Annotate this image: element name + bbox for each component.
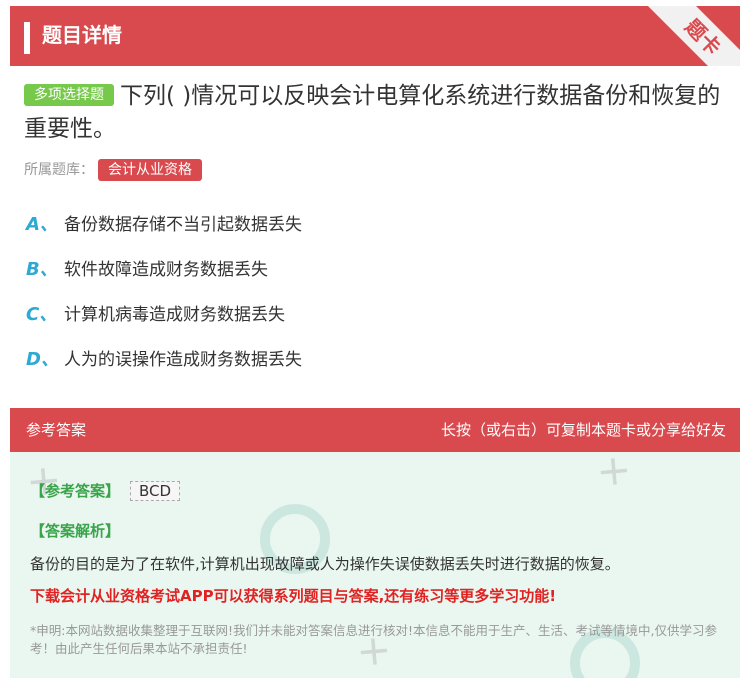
answer-section-body: ✕ ✕ ✕ 【参考答案】 BCD 【答案解析】 备份的目的是为了在软件,计算机出现… [10,452,740,678]
question-type-badge: 多项选择题 [24,84,114,106]
option-letter: B、 [26,259,58,280]
question-bank-row: 所属题库： 会计从业资格 [24,158,202,182]
analysis-label: 【答案解析】 [30,522,121,540]
app-promo-link[interactable]: 下载会计从业资格考试APP可以获得系列题目与答案,还有练习等更多学习功能! [30,585,730,606]
answer-header-left: 参考答案 [26,421,87,439]
bank-label: 所属题库： [24,162,94,178]
question-stem: 多项选择题 下列( )情况可以反映会计电算化系统进行数据备份和恢复的重要性。 [24,80,724,146]
option-letter: A、 [26,214,58,235]
share-hint: 长按（或右击）可复制本题卡或分享给好友 [440,421,726,439]
watermark-mark: ✕ [589,452,641,498]
options-list: A、 备份数据存储不当引起数据丢失 B、 软件故障造成财务数据丢失 C、 计算机病毒造… [26,210,302,390]
disclaimer: *申明:本网站数据收集整理于互联网!我们并未能对答案信息进行核对!本信息不能用于… [30,623,717,656]
page-title: 题目详情 [42,23,122,47]
option-text: 人为的误操作造成财务数据丢失 [64,350,302,370]
option-letter: D、 [26,349,59,370]
option-c[interactable]: C、 计算机病毒造成财务数据丢失 [26,300,302,345]
corner-label: 题卡 [680,14,726,60]
header-bar: 题目详情 题卡 [10,6,740,66]
option-d[interactable]: D、 人为的误操作造成财务数据丢失 [26,345,302,390]
answer-section-header: 参考答案 长按（或右击）可复制本题卡或分享给好友 [10,408,740,452]
answer-value[interactable]: BCD [130,481,181,501]
option-text: 计算机病毒造成财务数据丢失 [64,305,285,325]
option-b[interactable]: B、 软件故障造成财务数据丢失 [26,255,302,300]
option-text: 备份数据存储不当引起数据丢失 [64,215,302,235]
option-text: 软件故障造成财务数据丢失 [64,260,268,280]
answer-label: 【参考答案】 [30,482,121,500]
option-letter: C、 [26,304,58,325]
header-accent [24,22,30,54]
reference-answer-row: 【参考答案】 BCD [30,480,181,501]
bank-tag[interactable]: 会计从业资格 [98,159,202,181]
question-card-corner-badge[interactable]: 题卡 [637,6,740,66]
analysis-text: 备份的目的是为了在软件,计算机出现故障或人为操作失误使数据丢失时进行数据的恢复。 [30,555,620,573]
page: 题目详情 题卡 多项选择题 下列( )情况可以反映会计电算化系统进行数据备份和恢复… [0,0,750,678]
question-text: 下列( )情况可以反映会计电算化系统进行数据备份和恢复的重要性。 [24,83,721,142]
option-a[interactable]: A、 备份数据存储不当引起数据丢失 [26,210,302,255]
